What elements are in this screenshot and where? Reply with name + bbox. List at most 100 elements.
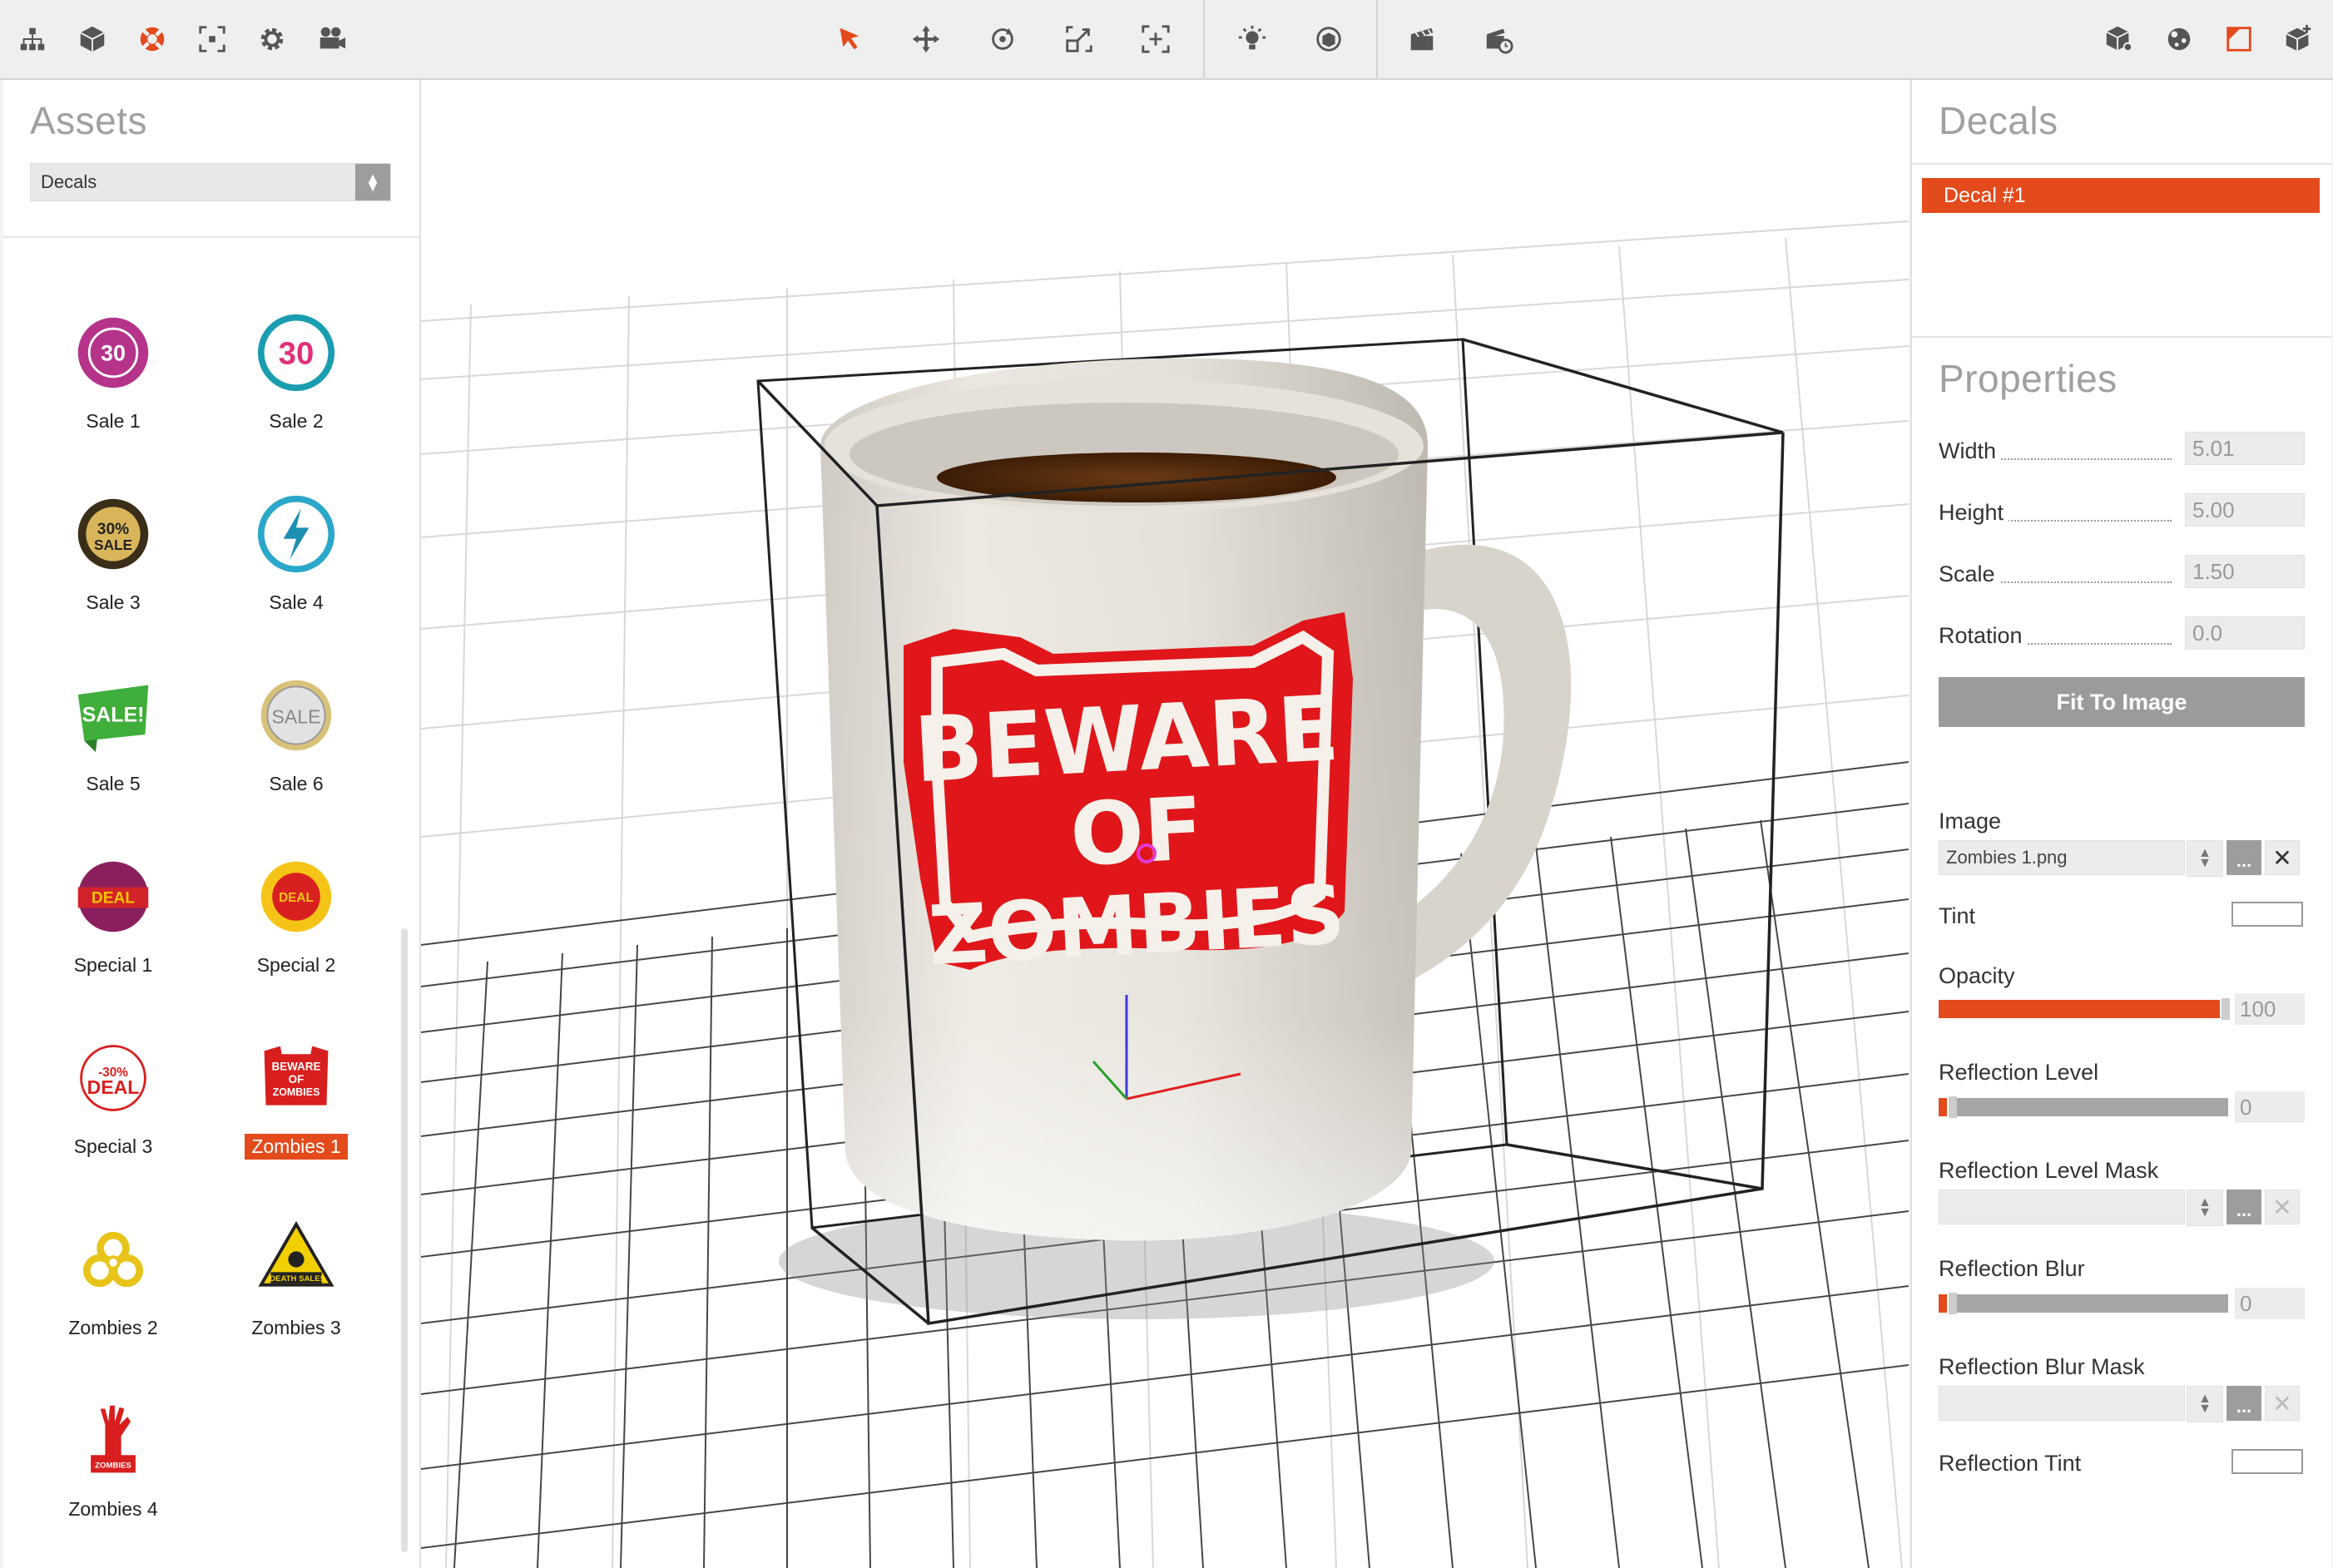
slider-fill: [1939, 1098, 1947, 1116]
assets-scrollbar[interactable]: [401, 928, 408, 1552]
reflection-blur-slider[interactable]: 0: [1939, 1288, 2305, 1319]
3d-viewport[interactable]: BEWARE OF ZOMBIES: [421, 80, 1909, 1568]
clapperboard-icon[interactable]: [1398, 15, 1446, 63]
object-cube-icon[interactable]: [68, 15, 116, 63]
inspector-panel: Decals Decal #1 Properties Width 5.01 He…: [1910, 80, 2331, 1568]
svg-text:ZOMBIES: ZOMBIES: [95, 1462, 131, 1471]
select-arrows-icon[interactable]: ▲ ▼: [2187, 1386, 2223, 1422]
rotate-icon[interactable]: [978, 15, 1027, 63]
material-cube-icon[interactable]: [2095, 15, 2143, 63]
death-sale-sign-icon: DEATH SALE!: [258, 1220, 334, 1287]
asset-item[interactable]: ZOMBIES Zombies 4: [47, 1401, 180, 1534]
select-arrows-icon[interactable]: ▲ ▼: [2187, 1190, 2223, 1226]
move-icon[interactable]: [902, 15, 950, 63]
opacity-slider[interactable]: 100: [1939, 993, 2305, 1025]
height-field[interactable]: 5.00: [2185, 493, 2305, 527]
clear-icon[interactable]: ✕: [2265, 840, 2300, 875]
slider-knob[interactable]: [2220, 998, 2230, 1020]
asset-item[interactable]: Zombies 2: [47, 1219, 180, 1353]
reflection-blur-mask-picker: ▲ ▼ ... ✕: [1939, 1386, 2305, 1422]
mask-select[interactable]: [1939, 1190, 2185, 1224]
sale-green-badge-icon: SALE!: [77, 685, 149, 753]
reflection-blur-value[interactable]: 0: [2235, 1288, 2305, 1319]
reflection-level-slider[interactable]: 0: [1939, 1091, 2305, 1123]
browse-button[interactable]: ...: [2227, 840, 2261, 875]
scale-icon[interactable]: [1055, 15, 1103, 63]
image-select[interactable]: Zombies 1.png: [1939, 840, 2185, 875]
focus-frame-icon[interactable]: [188, 15, 236, 63]
asset-item[interactable]: DEAL Special 1: [47, 857, 180, 990]
tint-label: Tint: [1939, 903, 1976, 928]
opacity-value[interactable]: 100: [2235, 993, 2305, 1025]
reflection-level-value[interactable]: 0: [2235, 1091, 2305, 1123]
slider-track[interactable]: [1939, 1293, 2228, 1314]
asset-label: Sale 6: [269, 773, 324, 794]
clear-icon[interactable]: ✕: [2265, 1190, 2300, 1224]
fit-to-image-button[interactable]: Fit To Image: [1939, 677, 2305, 727]
biohazard-icon: [83, 1231, 143, 1288]
browse-button[interactable]: ...: [2227, 1386, 2261, 1421]
asset-item[interactable]: -30% DEAL Special 3: [47, 1038, 180, 1171]
asset-item[interactable]: SALE Sale 6: [230, 675, 363, 809]
environment-sphere-icon[interactable]: [1305, 15, 1353, 63]
opacity-label: Opacity: [1939, 963, 2015, 988]
svg-text:SALE!: SALE!: [82, 704, 145, 727]
asset-item[interactable]: 30 Sale 2: [230, 313, 363, 446]
light-bulb-icon[interactable]: [1228, 15, 1276, 63]
rotation-field[interactable]: 0.0: [2185, 616, 2305, 650]
clear-icon[interactable]: ✕: [2265, 1386, 2300, 1421]
select-arrows-icon[interactable]: ▲ ▼: [2187, 840, 2223, 877]
asset-item[interactable]: 30% SALE Sale 3: [47, 494, 180, 627]
asset-item[interactable]: BEWARE OF ZOMBIES Zombies 1: [230, 1038, 363, 1171]
svg-text:DEAL: DEAL: [87, 1076, 140, 1098]
asset-item[interactable]: 30 Sale 1: [47, 313, 180, 446]
decal-beware-of-zombies[interactable]: BEWARE OF ZOMBIES: [904, 612, 1353, 984]
reflection-level-mask-picker: ▲ ▼ ... ✕: [1939, 1190, 2305, 1226]
decal-lifebuoy-icon[interactable]: [128, 15, 176, 63]
width-field[interactable]: 5.01: [2185, 432, 2305, 465]
decal-list: Decal #1: [1912, 163, 2331, 338]
add-object-icon[interactable]: [2275, 15, 2323, 63]
svg-text:ZOMBIES: ZOMBIES: [273, 1086, 320, 1098]
slider-knob[interactable]: [1947, 1096, 1957, 1118]
scale-field[interactable]: 1.50: [2185, 555, 2305, 588]
special-deal-red-icon: -30%DEAL: [80, 1045, 146, 1111]
slider-fill: [1939, 1000, 2220, 1018]
render-timer-icon[interactable]: [1474, 15, 1523, 63]
svg-text:OF: OF: [289, 1073, 305, 1086]
scene-tree-icon[interactable]: [8, 15, 57, 63]
asset-label: Sale 4: [269, 591, 324, 613]
reflection-tint-color-swatch[interactable]: [2231, 1449, 2303, 1474]
decal-text-line: OF: [1067, 778, 1206, 886]
rotation-label: Rotation: [1939, 623, 2028, 649]
asset-item[interactable]: DEAL Special 2: [230, 857, 363, 990]
decal-panel-icon[interactable]: [2215, 15, 2263, 63]
scale-row: Scale 1.50: [1939, 555, 2305, 591]
camera-icon[interactable]: [308, 15, 356, 63]
svg-text:30%: 30%: [97, 521, 129, 538]
height-label: Height: [1939, 500, 2009, 526]
material-sphere-icon[interactable]: [2155, 15, 2203, 63]
asset-label: Special 2: [256, 954, 336, 976]
select-arrows-icon[interactable]: ▲ ▼: [355, 164, 390, 200]
tint-color-swatch[interactable]: [2231, 902, 2303, 927]
asset-item[interactable]: DEATH SALE! Zombies 3: [230, 1219, 363, 1353]
sale-lightning-icon: [257, 495, 335, 573]
decal-list-item[interactable]: Decal #1: [1922, 178, 2320, 213]
slider-track[interactable]: [1939, 1096, 2228, 1118]
image-label: Image: [1939, 809, 2002, 833]
reflection-blur-label: Reflection Blur: [1939, 1256, 2085, 1281]
browse-button[interactable]: ...: [2227, 1190, 2261, 1224]
slider-track[interactable]: [1939, 998, 2230, 1020]
fit-view-icon[interactable]: [1132, 15, 1180, 63]
slider-knob[interactable]: [1947, 1293, 1957, 1314]
select-arrow-icon[interactable]: [825, 15, 874, 63]
asset-category-select[interactable]: Decals ▲ ▼: [30, 163, 391, 201]
asset-item[interactable]: Sale 4: [230, 494, 363, 627]
mask-select[interactable]: [1939, 1386, 2185, 1421]
settings-gear-icon[interactable]: [248, 15, 296, 63]
asset-label: Special 3: [73, 1135, 153, 1157]
asset-item[interactable]: SALE! Sale 5: [47, 675, 180, 809]
assets-title: Assets: [30, 99, 148, 142]
sale-30-pink-icon: 30: [77, 317, 149, 388]
